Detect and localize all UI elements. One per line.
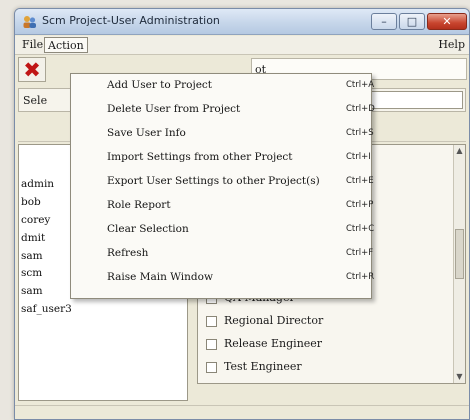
menu-item-add-user[interactable]: Add User to Project Ctrl+A: [72, 76, 374, 97]
menu-item-shortcut: Ctrl+S: [346, 128, 374, 138]
selection-label: Sele: [23, 94, 48, 107]
user-list-item[interactable]: corey: [21, 214, 50, 226]
minimize-button[interactable]: –: [371, 13, 397, 30]
menu-item-role-report[interactable]: Role Report Ctrl+P: [72, 196, 374, 217]
maximize-icon: □: [406, 15, 418, 28]
menu-item-clear-selection[interactable]: Clear Selection Ctrl+C: [72, 220, 374, 241]
user-list-item[interactable]: admin: [21, 178, 54, 190]
scroll-up-icon[interactable]: ▲: [454, 145, 465, 157]
menu-item-label: Raise Main Window: [107, 271, 213, 283]
status-bar: [15, 405, 469, 419]
maximize-button[interactable]: □: [399, 13, 425, 30]
role-label: Release Engineer: [224, 337, 323, 350]
menu-item-refresh[interactable]: Refresh Ctrl+F: [72, 244, 374, 265]
red-x-icon: ✖: [23, 58, 41, 82]
menu-item-save-user-info[interactable]: Save User Info Ctrl+S: [72, 124, 374, 145]
menu-item-label: Export User Settings to other Project(s): [107, 175, 320, 187]
role-label: Regional Director: [224, 314, 324, 327]
action-menu-dropdown: Add User to Project Ctrl+A Delete User f…: [70, 73, 375, 299]
user-list-item[interactable]: bob: [21, 196, 41, 208]
title-bar[interactable]: Scm Project-User Administration – □ ✕: [15, 9, 469, 35]
scroll-down-icon[interactable]: ▼: [454, 371, 465, 383]
menu-item-label: Role Report: [107, 199, 171, 211]
app-people-icon: [23, 16, 36, 28]
menu-action[interactable]: Action: [44, 37, 88, 53]
menu-item-shortcut: Ctrl+F: [346, 248, 374, 258]
user-list-item[interactable]: saf_user3: [21, 303, 72, 315]
menu-help[interactable]: Help: [438, 38, 465, 51]
close-icon: ✕: [442, 15, 452, 28]
user-list-item[interactable]: scm: [21, 267, 42, 279]
main-window: Scm Project-User Administration – □ ✕ Fi…: [14, 8, 470, 420]
scroll-thumb[interactable]: [455, 229, 464, 279]
menu-item-label: Refresh: [107, 247, 149, 259]
delete-button[interactable]: ✖: [18, 57, 46, 82]
menu-item-label: Add User to Project: [107, 79, 213, 91]
menu-item-label: Clear Selection: [107, 223, 189, 235]
menu-item-shortcut: Ctrl+D: [346, 104, 375, 114]
menu-item-label: Save User Info: [107, 127, 186, 139]
role-checkbox[interactable]: [206, 362, 217, 373]
menu-item-shortcut: Ctrl+R: [346, 272, 375, 282]
minimize-icon: –: [381, 15, 387, 28]
menu-bar: File Action Help: [15, 36, 469, 55]
role-scrollbar[interactable]: ▲ ▼: [453, 145, 465, 383]
close-button[interactable]: ✕: [427, 13, 467, 30]
user-list-item[interactable]: sam: [21, 285, 43, 297]
menu-item-label: Delete User from Project: [107, 103, 241, 115]
menu-item-shortcut: Ctrl+I: [346, 152, 371, 162]
role-label: Test Engineer: [224, 360, 302, 373]
menu-item-raise-main-window[interactable]: Raise Main Window Ctrl+R: [72, 268, 374, 289]
menu-file[interactable]: File: [22, 38, 43, 51]
menu-item-import-settings[interactable]: Import Settings from other Project Ctrl+…: [72, 148, 371, 169]
menu-item-shortcut: Ctrl+E: [346, 176, 374, 186]
user-list-item[interactable]: dmit: [21, 232, 45, 244]
user-list-item[interactable]: sam: [21, 250, 43, 262]
window-title: Scm Project-User Administration: [42, 14, 220, 27]
menu-item-shortcut: Ctrl+A: [346, 80, 375, 90]
role-checkbox[interactable]: [206, 339, 217, 350]
menu-item-delete-user[interactable]: Delete User from Project Ctrl+D: [72, 100, 375, 121]
menu-item-shortcut: Ctrl+P: [346, 200, 374, 210]
menu-item-export-settings[interactable]: Export User Settings to other Project(s)…: [72, 172, 374, 193]
role-checkbox[interactable]: [206, 316, 217, 327]
menu-item-label: Import Settings from other Project: [107, 151, 293, 163]
menu-item-shortcut: Ctrl+C: [346, 224, 375, 234]
